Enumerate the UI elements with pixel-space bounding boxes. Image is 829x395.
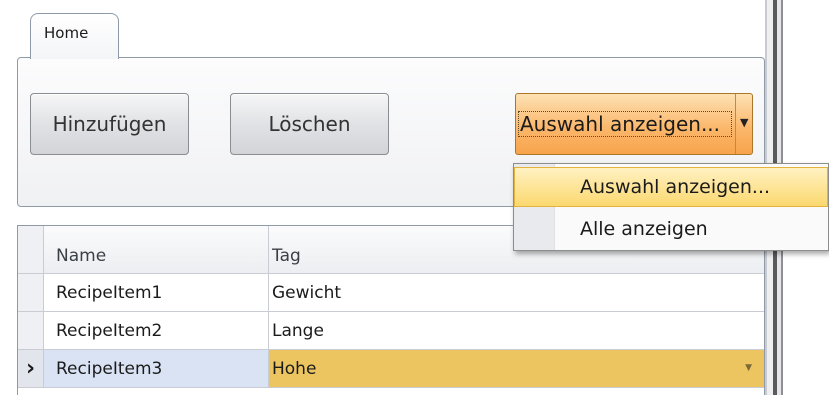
row-indicator-header [18,226,44,273]
column-header-name[interactable]: Name [44,226,269,273]
chevron-down-icon[interactable]: ▼ [740,116,748,129]
chevron-down-icon[interactable]: ▼ [745,363,752,373]
tab-home-label: Home [44,24,89,42]
combo-separator [735,94,736,154]
filter-dropdown-menu: Auswahl anzeigen... Alle anzeigen [513,163,829,251]
add-button[interactable]: Hinzufügen [30,93,189,155]
delete-button-label: Löschen [268,112,351,136]
add-button-label: Hinzufügen [52,112,167,136]
table-row[interactable]: RecipeItem1 Gewicht [18,274,764,312]
cell-name[interactable]: RecipeItem3 [44,350,269,387]
delete-button[interactable]: Löschen [230,93,389,155]
cell-name[interactable]: RecipeItem2 [44,312,269,349]
cell-tag[interactable]: Hohe ▼ [269,350,764,387]
tab-home[interactable]: Home [30,13,119,59]
row-indicator[interactable] [18,312,44,349]
filter-combo-value: Auswahl anzeigen... [518,111,732,137]
cell-tag[interactable]: Lange [269,312,764,349]
cell-tag[interactable]: Gewicht [269,274,764,311]
chevron-right-icon[interactable]: › [18,350,44,387]
cell-name[interactable]: RecipeItem1 [44,274,269,311]
table-row-selected[interactable]: › RecipeItem3 Hohe ▼ [18,350,764,388]
menu-item-show-selection[interactable]: Auswahl anzeigen... [514,167,828,207]
row-indicator[interactable] [18,274,44,311]
menu-item-show-all[interactable]: Alle anzeigen [514,209,828,249]
menu-item-label: Auswahl anzeigen... [580,176,771,198]
cell-tag-value: Hohe [272,358,317,379]
filter-combo[interactable]: Auswahl anzeigen... ▼ [515,93,753,155]
menu-item-label: Alle anzeigen [580,218,708,240]
table-row[interactable]: RecipeItem2 Lange [18,312,764,350]
